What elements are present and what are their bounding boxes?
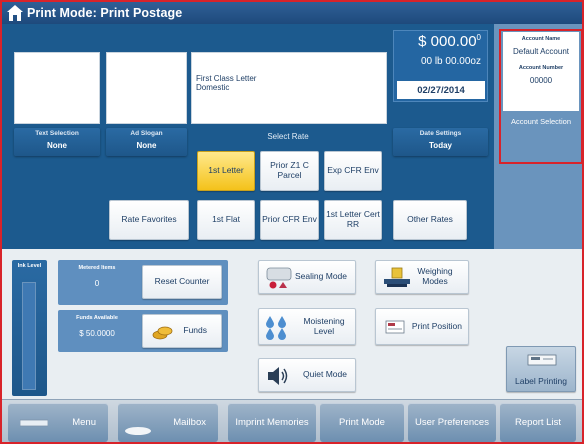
ink-level-gauge: Ink Level (12, 260, 47, 396)
rate-button-1st-letter-cert-rr[interactable]: 1st Letter Cert RR (324, 200, 382, 240)
text-selection-caption: Text Selection (35, 130, 79, 137)
print-position-icon (385, 320, 405, 334)
weighing-modes-label: Weighing Modes (417, 266, 453, 286)
sealing-mode-icon (266, 267, 292, 289)
tab-report-list[interactable]: Report List (500, 403, 576, 442)
rate-button-prior-z1-c-parcel[interactable]: Prior Z1 C Parcel (260, 151, 319, 191)
address-preview: First Class Letter Domestic (191, 52, 387, 124)
account-selection-button[interactable]: Account Selection (501, 115, 581, 129)
address-line-1: First Class Letter (196, 74, 257, 83)
postage-amount-superscript: 0 (476, 33, 481, 42)
quiet-mode-label: Quiet Mode (303, 369, 347, 380)
label-printing-button[interactable]: Label Printing (506, 346, 576, 392)
date-settings-value: Today (429, 141, 452, 150)
ad-slogan-button[interactable]: Ad Slogan None (106, 128, 187, 156)
coins-icon (152, 326, 173, 340)
print-position-label: Print Position (411, 320, 462, 331)
title-bar: Print Mode: Print Postage (2, 2, 582, 24)
postage-display: $ 000.000 00 lb 00.00oz 02/27/2014 (393, 30, 488, 102)
postage-amount: $ 000.000 (418, 33, 481, 50)
funds-button[interactable]: Funds (142, 314, 222, 348)
label-printing-label: Label Printing (515, 376, 567, 387)
funds-available-caption: Funds Available (76, 315, 118, 321)
address-line-2: Domestic (196, 83, 230, 93)
menu-icon (20, 419, 48, 427)
ad-preview (106, 52, 187, 124)
other-rates-button[interactable]: Other Rates (393, 200, 467, 240)
metered-items-value: 0 (94, 279, 100, 288)
funds-available-value: $ 50.0000 (79, 329, 115, 338)
postage-weight: 00 lb 00.00oz (420, 56, 481, 67)
text-preview (14, 52, 100, 124)
text-selection-button[interactable]: Text Selection None (14, 128, 100, 156)
account-name-label: Account Name (521, 36, 561, 42)
tab-mailbox-label: Mailbox (173, 417, 206, 428)
metered-items-panel: Metered Items 0 Reset Counter (58, 260, 228, 305)
quiet-mode-button[interactable]: Quiet Mode (258, 358, 356, 392)
window-title: Print Mode: Print Postage (27, 6, 183, 20)
postage-date: 02/27/2014 (397, 81, 485, 99)
moistening-level-button[interactable]: Moistening Level (258, 308, 356, 345)
rate-button-prior-cfr-env[interactable]: Prior CFR Env (260, 200, 319, 240)
tab-menu[interactable]: Menu (8, 403, 108, 442)
account-area: Account Name Default Account Account Num… (499, 29, 582, 164)
text-selection-value: None (47, 141, 67, 150)
sealing-mode-button[interactable]: Sealing Mode (258, 260, 356, 294)
bottom-tab-bar: Menu Mailbox Imprint Memories Print Mode… (2, 399, 582, 442)
ink-level-track (22, 282, 36, 390)
home-icon[interactable] (6, 4, 24, 22)
ink-level-fill (23, 283, 35, 389)
tab-mailbox[interactable]: Mailbox (118, 403, 218, 442)
funds-button-label: Funds (183, 325, 207, 336)
mailbox-icon (125, 427, 151, 435)
tab-menu-label: Menu (72, 417, 96, 428)
account-number: 00000 (529, 76, 553, 85)
water-drops-icon (266, 316, 286, 340)
select-rate-label: Select Rate (267, 132, 309, 141)
account-info: Account Name Default Account Account Num… (503, 32, 579, 111)
ink-level-caption: Ink Level (17, 263, 42, 269)
ad-slogan-value: None (136, 141, 157, 150)
moistening-level-label: Moistening Level (303, 315, 345, 336)
weighing-modes-button[interactable]: Weighing Modes (375, 260, 469, 294)
speaker-icon (268, 367, 288, 385)
tab-imprint-memories[interactable]: Imprint Memories (228, 403, 316, 442)
print-position-button[interactable]: Print Position (375, 308, 469, 345)
reset-counter-button[interactable]: Reset Counter (142, 265, 222, 299)
rate-button-1st-flat[interactable]: 1st Flat (197, 200, 255, 240)
app-window: Print Mode: Print Postage First Class Le… (0, 0, 584, 444)
sealing-mode-label: Sealing Mode (295, 271, 347, 282)
account-name: Default Account (512, 47, 570, 56)
date-settings-button[interactable]: Date Settings Today (393, 128, 488, 156)
rate-button-exp-cfr-env[interactable]: Exp CFR Env (324, 151, 382, 191)
ad-slogan-caption: Ad Slogan (130, 130, 163, 137)
account-number-label: Account Number (518, 65, 564, 71)
tab-user-preferences[interactable]: User Preferences (408, 403, 496, 442)
rate-favorites-button[interactable]: Rate Favorites (109, 200, 189, 240)
date-settings-caption: Date Settings (419, 130, 462, 137)
funds-panel: Funds Available $ 50.0000 Funds (58, 310, 228, 352)
metered-items-caption: Metered Items (78, 265, 116, 271)
label-printer-icon (527, 354, 557, 366)
scale-icon (384, 267, 410, 287)
tab-print-mode[interactable]: Print Mode (320, 403, 404, 442)
rate-button-1st-letter[interactable]: 1st Letter (197, 151, 255, 191)
